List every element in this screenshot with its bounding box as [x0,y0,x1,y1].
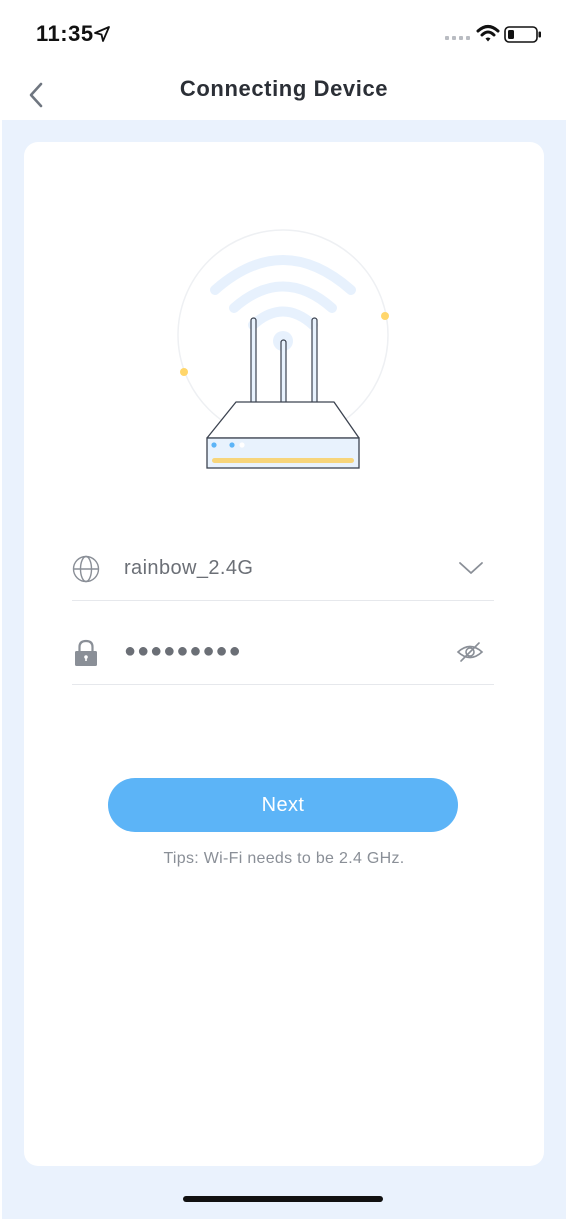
password-value: ●●●●●●●●● [124,640,242,662]
router-illustration [177,229,389,469]
home-indicator [183,1196,383,1202]
eye-hidden-icon[interactable] [456,640,484,664]
battery-icon [504,26,541,43]
orbit-dot [180,368,188,376]
password-field[interactable]: ●●●●●●●●● [72,622,494,685]
location-arrow-icon [94,26,110,42]
cell-signal-icon [445,36,470,40]
chevron-down-icon[interactable] [458,559,484,577]
next-button[interactable]: Next [108,778,458,832]
globe-icon [72,555,100,583]
status-bar: 11:35 [0,0,568,70]
orbit-dot [381,312,389,320]
ssid-field[interactable]: rainbow_2.4G [72,538,494,601]
ssid-value: rainbow_2.4G [124,557,254,579]
status-time: 11:35 [36,21,94,46]
tips-text: Tips: Wi-Fi needs to be 2.4 GHz. [163,850,405,867]
wifi-icon [476,25,500,42]
nav-bar: Connecting Device [0,70,568,120]
page-title: Connecting Device [179,76,389,101]
lock-icon [75,639,97,666]
